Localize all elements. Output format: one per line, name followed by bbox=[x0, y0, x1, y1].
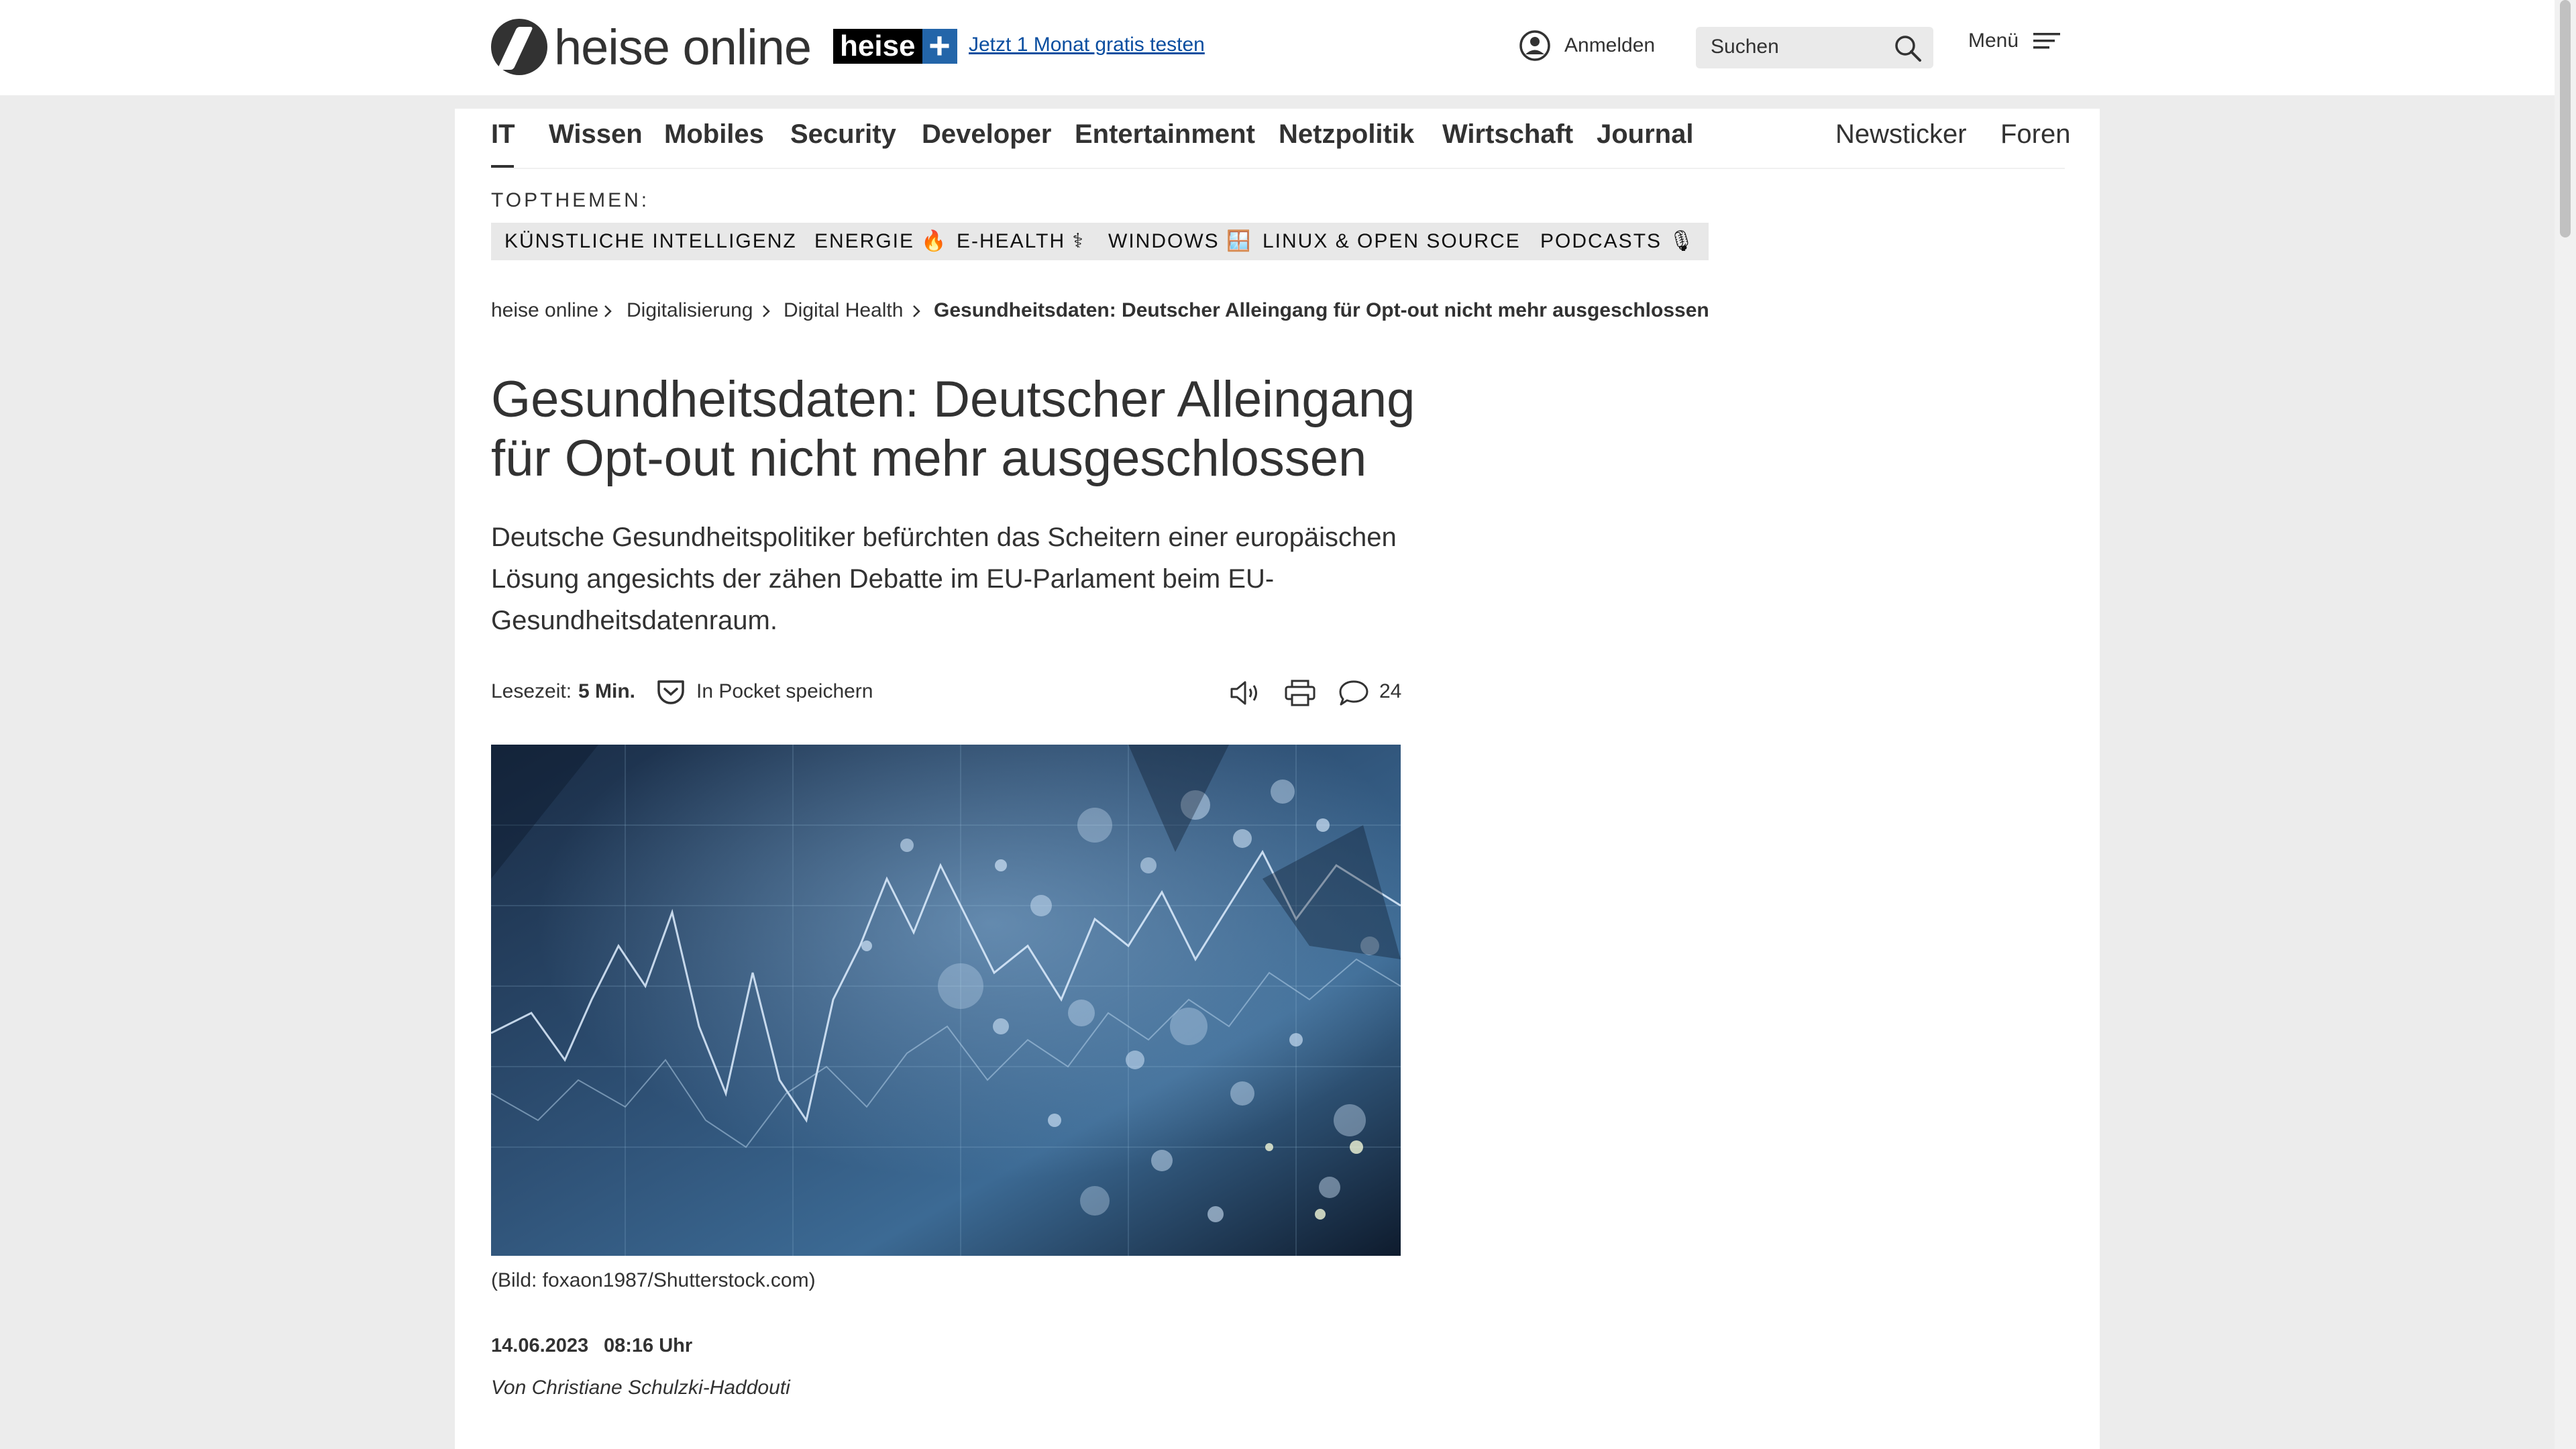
plus-icon: + bbox=[922, 27, 957, 64]
topic-chip-ki[interactable]: KÜNSTLICHE INTELLIGENZ 🤖 bbox=[491, 223, 844, 260]
chevron-right-icon bbox=[913, 305, 920, 317]
chevron-right-icon bbox=[763, 305, 770, 317]
topic-chip-podcasts[interactable]: PODCASTS 🎙 bbox=[1527, 223, 1709, 260]
topic-chip-windows[interactable]: WINDOWS 🪟 bbox=[1095, 223, 1267, 260]
article-date: 14.06.2023 bbox=[491, 1335, 589, 1356]
hamburger-icon bbox=[2033, 33, 2061, 49]
nav-divider bbox=[491, 168, 2065, 169]
menu-label: Menü bbox=[1968, 30, 2019, 52]
print-icon[interactable] bbox=[1284, 679, 1316, 707]
heise-plus-badge[interactable]: heise + bbox=[833, 27, 957, 64]
article-lead: Deutsche Gesundheitspolitiker befürchten… bbox=[491, 523, 1397, 635]
nav-item-netzpolitik[interactable]: Netzpolitik bbox=[1279, 119, 1414, 150]
topic-chip-energie[interactable]: ENERGIE 🔥 bbox=[801, 223, 961, 260]
promo-link[interactable]: Jetzt 1 Monat gratis testen bbox=[969, 34, 1205, 56]
breadcrumb-digitalisierung[interactable]: Digitalisierung bbox=[627, 299, 753, 322]
nav-item-security[interactable]: Security bbox=[790, 119, 896, 150]
topic-chip-linux[interactable]: LINUX & OPEN SOURCE 🐧 bbox=[1249, 223, 1568, 260]
plus-badge-text: heise bbox=[833, 29, 922, 64]
logo-text: heise online bbox=[554, 19, 812, 75]
comment-count[interactable]: 24 bbox=[1379, 680, 1401, 703]
nav-item-wirtschaft[interactable]: Wirtschaft bbox=[1442, 119, 1573, 150]
login-button[interactable]: Anmelden bbox=[1519, 30, 1655, 62]
reading-time-label: Lesezeit: bbox=[491, 680, 572, 702]
heise-online-logo[interactable]: heise online bbox=[491, 15, 812, 79]
nav-item-journal[interactable]: Journal bbox=[1597, 119, 1693, 150]
menu-button[interactable]: Menü bbox=[1968, 30, 2061, 52]
reading-time-value: 5 Min. bbox=[578, 680, 636, 702]
article-author[interactable]: Von Christiane Schulzki-Haddouti bbox=[491, 1377, 790, 1399]
chevron-right-icon bbox=[604, 305, 612, 317]
nav-item-entertainment[interactable]: Entertainment bbox=[1075, 119, 1255, 150]
pocket-icon[interactable] bbox=[656, 679, 686, 706]
data-visualization-graphic bbox=[491, 745, 1401, 1256]
breadcrumb-digital-health[interactable]: Digital Health bbox=[784, 299, 903, 322]
comment-icon[interactable] bbox=[1338, 679, 1370, 707]
article-title: Gesundheitsdaten: Deutscher Alleingang f… bbox=[491, 371, 1415, 487]
nav-item-wissen[interactable]: Wissen bbox=[549, 119, 643, 150]
article-hero-image bbox=[491, 745, 1401, 1256]
nav-item-developer[interactable]: Developer bbox=[922, 119, 1051, 150]
nav-item-mobiles[interactable]: Mobiles bbox=[664, 119, 764, 150]
user-circle-icon bbox=[1519, 30, 1550, 61]
nav-item-it[interactable]: IT bbox=[491, 119, 515, 150]
topic-chip-ehealth[interactable]: E-HEALTH ⚕ bbox=[943, 223, 1098, 260]
scrollbar-thumb[interactable] bbox=[2560, 0, 2571, 237]
search-input[interactable] bbox=[1709, 35, 1886, 59]
image-caption: (Bild: foxaon1987/Shutterstock.com) bbox=[491, 1269, 816, 1291]
site-header bbox=[0, 0, 2555, 95]
heise-logo-icon bbox=[491, 19, 547, 75]
speaker-icon[interactable] bbox=[1229, 679, 1261, 707]
search-icon[interactable] bbox=[1893, 34, 1923, 63]
login-label: Anmelden bbox=[1564, 34, 1656, 56]
breadcrumb-current: Gesundheitsdaten: Deutscher Alleingang f… bbox=[934, 299, 1709, 321]
nav-item-foren[interactable]: Foren bbox=[2000, 119, 2071, 150]
article-time: 08:16 Uhr bbox=[604, 1335, 693, 1356]
pocket-save-link[interactable]: In Pocket speichern bbox=[696, 680, 873, 703]
nav-active-indicator bbox=[491, 165, 514, 168]
topics-label: TOPTHEMEN: bbox=[491, 189, 650, 211]
breadcrumb-home[interactable]: heise online bbox=[491, 299, 598, 322]
search-box[interactable] bbox=[1696, 27, 1933, 68]
nav-item-newsticker[interactable]: Newsticker bbox=[1835, 119, 1967, 150]
